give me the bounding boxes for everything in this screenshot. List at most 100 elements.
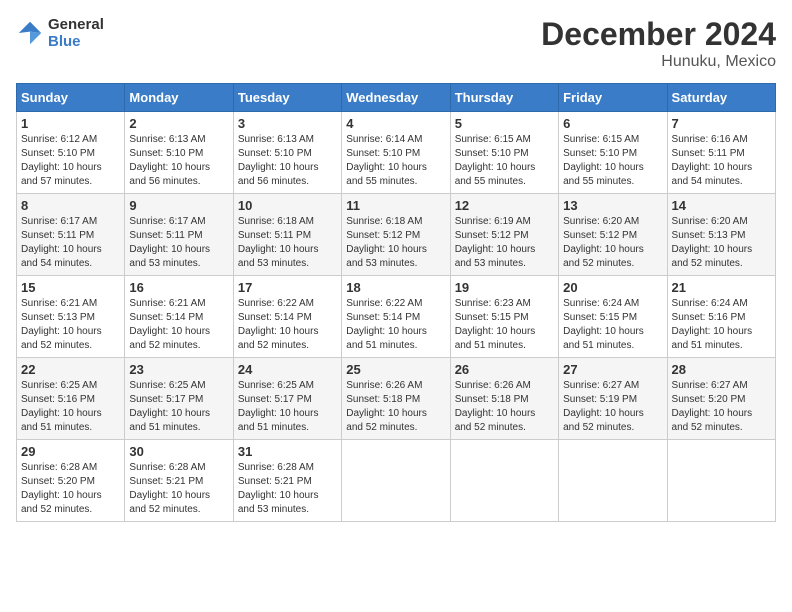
logo-icon — [16, 19, 44, 47]
table-row — [450, 440, 558, 522]
cell-daylight-info: Sunrise: 6:26 AM Sunset: 5:18 PM Dayligh… — [455, 379, 554, 435]
table-row: 30 Sunrise: 6:28 AM Sunset: 5:21 PM Dayli… — [125, 440, 233, 522]
table-row: 21 Sunrise: 6:24 AM Sunset: 5:16 PM Dayli… — [667, 276, 775, 358]
table-row: 27 Sunrise: 6:27 AM Sunset: 5:19 PM Dayli… — [559, 358, 667, 440]
day-number: 9 — [129, 198, 228, 213]
day-number: 10 — [238, 198, 337, 213]
day-number: 3 — [238, 116, 337, 131]
table-row: 31Sunrise: 6:28 AM Sunset: 5:21 PM Dayli… — [233, 440, 341, 522]
table-row: 13 Sunrise: 6:20 AM Sunset: 5:12 PM Dayli… — [559, 194, 667, 276]
table-row: 6Sunrise: 6:15 AM Sunset: 5:10 PM Daylig… — [559, 112, 667, 194]
table-row: 8 Sunrise: 6:17 AM Sunset: 5:11 PM Daylig… — [17, 194, 125, 276]
table-row: 14Sunrise: 6:20 AM Sunset: 5:13 PM Dayli… — [667, 194, 775, 276]
table-row: 15 Sunrise: 6:21 AM Sunset: 5:13 PM Dayli… — [17, 276, 125, 358]
cell-daylight-info: Sunrise: 6:27 AM Sunset: 5:20 PM Dayligh… — [672, 379, 771, 435]
cell-daylight-info: Sunrise: 6:21 AM Sunset: 5:13 PM Dayligh… — [21, 297, 120, 353]
col-wednesday: Wednesday — [342, 84, 450, 112]
day-number: 25 — [346, 362, 445, 377]
month-title: December 2024 — [541, 16, 776, 53]
day-number: 29 — [21, 444, 120, 459]
day-number: 1 — [21, 116, 120, 131]
cell-daylight-info: Sunrise: 6:22 AM Sunset: 5:14 PM Dayligh… — [238, 297, 337, 353]
cell-daylight-info: Sunrise: 6:15 AM Sunset: 5:10 PM Dayligh… — [455, 133, 554, 189]
col-saturday: Saturday — [667, 84, 775, 112]
day-number: 21 — [672, 280, 771, 295]
day-number: 8 — [21, 198, 120, 213]
day-number: 15 — [21, 280, 120, 295]
cell-daylight-info: Sunrise: 6:17 AM Sunset: 5:11 PM Dayligh… — [129, 215, 228, 271]
table-row: 2Sunrise: 6:13 AM Sunset: 5:10 PM Daylig… — [125, 112, 233, 194]
table-row: 7 Sunrise: 6:16 AM Sunset: 5:11 PM Daylig… — [667, 112, 775, 194]
col-tuesday: Tuesday — [233, 84, 341, 112]
cell-daylight-info: Sunrise: 6:12 AM Sunset: 5:10 PM Dayligh… — [21, 133, 120, 189]
cell-daylight-info: Sunrise: 6:17 AM Sunset: 5:11 PM Dayligh… — [21, 215, 120, 271]
cell-daylight-info: Sunrise: 6:28 AM Sunset: 5:21 PM Dayligh… — [129, 461, 228, 517]
day-number: 24 — [238, 362, 337, 377]
logo-text-line1: GeneralBlue — [48, 16, 104, 50]
table-row: 11Sunrise: 6:18 AM Sunset: 5:12 PM Dayli… — [342, 194, 450, 276]
cell-daylight-info: Sunrise: 6:28 AM Sunset: 5:20 PM Dayligh… — [21, 461, 120, 517]
table-row — [342, 440, 450, 522]
day-number: 28 — [672, 362, 771, 377]
day-number: 26 — [455, 362, 554, 377]
cell-daylight-info: Sunrise: 6:15 AM Sunset: 5:10 PM Dayligh… — [563, 133, 662, 189]
table-row: 3 Sunrise: 6:13 AM Sunset: 5:10 PM Daylig… — [233, 112, 341, 194]
cell-daylight-info: Sunrise: 6:24 AM Sunset: 5:15 PM Dayligh… — [563, 297, 662, 353]
col-friday: Friday — [559, 84, 667, 112]
cell-daylight-info: Sunrise: 6:22 AM Sunset: 5:14 PM Dayligh… — [346, 297, 445, 353]
table-row: 23 Sunrise: 6:25 AM Sunset: 5:17 PM Dayli… — [125, 358, 233, 440]
cell-daylight-info: Sunrise: 6:24 AM Sunset: 5:16 PM Dayligh… — [672, 297, 771, 353]
calendar-table: Sunday Monday Tuesday Wednesday Thursday… — [16, 83, 776, 522]
calendar-week-5: 29 Sunrise: 6:28 AM Sunset: 5:20 PM Dayli… — [17, 440, 776, 522]
table-row — [559, 440, 667, 522]
table-row: 28 Sunrise: 6:27 AM Sunset: 5:20 PM Dayli… — [667, 358, 775, 440]
table-row: 4 Sunrise: 6:14 AM Sunset: 5:10 PM Daylig… — [342, 112, 450, 194]
table-row: 22Sunrise: 6:25 AM Sunset: 5:16 PM Dayli… — [17, 358, 125, 440]
day-number: 16 — [129, 280, 228, 295]
calendar-week-2: 8 Sunrise: 6:17 AM Sunset: 5:11 PM Daylig… — [17, 194, 776, 276]
cell-daylight-info: Sunrise: 6:13 AM Sunset: 5:10 PM Dayligh… — [238, 133, 337, 189]
table-row: 16 Sunrise: 6:21 AM Sunset: 5:14 PM Dayli… — [125, 276, 233, 358]
day-number: 23 — [129, 362, 228, 377]
cell-daylight-info: Sunrise: 6:20 AM Sunset: 5:12 PM Dayligh… — [563, 215, 662, 271]
day-number: 17 — [238, 280, 337, 295]
cell-daylight-info: Sunrise: 6:18 AM Sunset: 5:11 PM Dayligh… — [238, 215, 337, 271]
cell-daylight-info: Sunrise: 6:21 AM Sunset: 5:14 PM Dayligh… — [129, 297, 228, 353]
cell-daylight-info: Sunrise: 6:14 AM Sunset: 5:10 PM Dayligh… — [346, 133, 445, 189]
day-number: 13 — [563, 198, 662, 213]
table-row: 24 Sunrise: 6:25 AM Sunset: 5:17 PM Dayli… — [233, 358, 341, 440]
day-number: 12 — [455, 198, 554, 213]
cell-daylight-info: Sunrise: 6:27 AM Sunset: 5:19 PM Dayligh… — [563, 379, 662, 435]
day-number: 19 — [455, 280, 554, 295]
day-number: 7 — [672, 116, 771, 131]
cell-daylight-info: Sunrise: 6:13 AM Sunset: 5:10 PM Dayligh… — [129, 133, 228, 189]
header-row: Sunday Monday Tuesday Wednesday Thursday… — [17, 84, 776, 112]
col-sunday: Sunday — [17, 84, 125, 112]
title-area: December 2024 Hunuku, Mexico — [541, 16, 776, 71]
day-number: 31 — [238, 444, 337, 459]
cell-daylight-info: Sunrise: 6:25 AM Sunset: 5:16 PM Dayligh… — [21, 379, 120, 435]
day-number: 27 — [563, 362, 662, 377]
cell-daylight-info: Sunrise: 6:25 AM Sunset: 5:17 PM Dayligh… — [129, 379, 228, 435]
calendar-week-4: 22Sunrise: 6:25 AM Sunset: 5:16 PM Dayli… — [17, 358, 776, 440]
cell-daylight-info: Sunrise: 6:18 AM Sunset: 5:12 PM Dayligh… — [346, 215, 445, 271]
table-row: 25Sunrise: 6:26 AM Sunset: 5:18 PM Dayli… — [342, 358, 450, 440]
cell-daylight-info: Sunrise: 6:19 AM Sunset: 5:12 PM Dayligh… — [455, 215, 554, 271]
day-number: 4 — [346, 116, 445, 131]
cell-daylight-info: Sunrise: 6:20 AM Sunset: 5:13 PM Dayligh… — [672, 215, 771, 271]
table-row — [667, 440, 775, 522]
col-thursday: Thursday — [450, 84, 558, 112]
table-row: 10 Sunrise: 6:18 AM Sunset: 5:11 PM Dayli… — [233, 194, 341, 276]
day-number: 18 — [346, 280, 445, 295]
day-number: 30 — [129, 444, 228, 459]
calendar-week-1: 1 Sunrise: 6:12 AM Sunset: 5:10 PM Daylig… — [17, 112, 776, 194]
col-monday: Monday — [125, 84, 233, 112]
header: GeneralBlue December 2024 Hunuku, Mexico — [16, 16, 776, 71]
cell-daylight-info: Sunrise: 6:16 AM Sunset: 5:11 PM Dayligh… — [672, 133, 771, 189]
cell-daylight-info: Sunrise: 6:25 AM Sunset: 5:17 PM Dayligh… — [238, 379, 337, 435]
table-row: 19 Sunrise: 6:23 AM Sunset: 5:15 PM Dayli… — [450, 276, 558, 358]
cell-daylight-info: Sunrise: 6:23 AM Sunset: 5:15 PM Dayligh… — [455, 297, 554, 353]
logo: GeneralBlue — [16, 16, 104, 50]
table-row: 26 Sunrise: 6:26 AM Sunset: 5:18 PM Dayli… — [450, 358, 558, 440]
calendar-week-3: 15 Sunrise: 6:21 AM Sunset: 5:13 PM Dayli… — [17, 276, 776, 358]
